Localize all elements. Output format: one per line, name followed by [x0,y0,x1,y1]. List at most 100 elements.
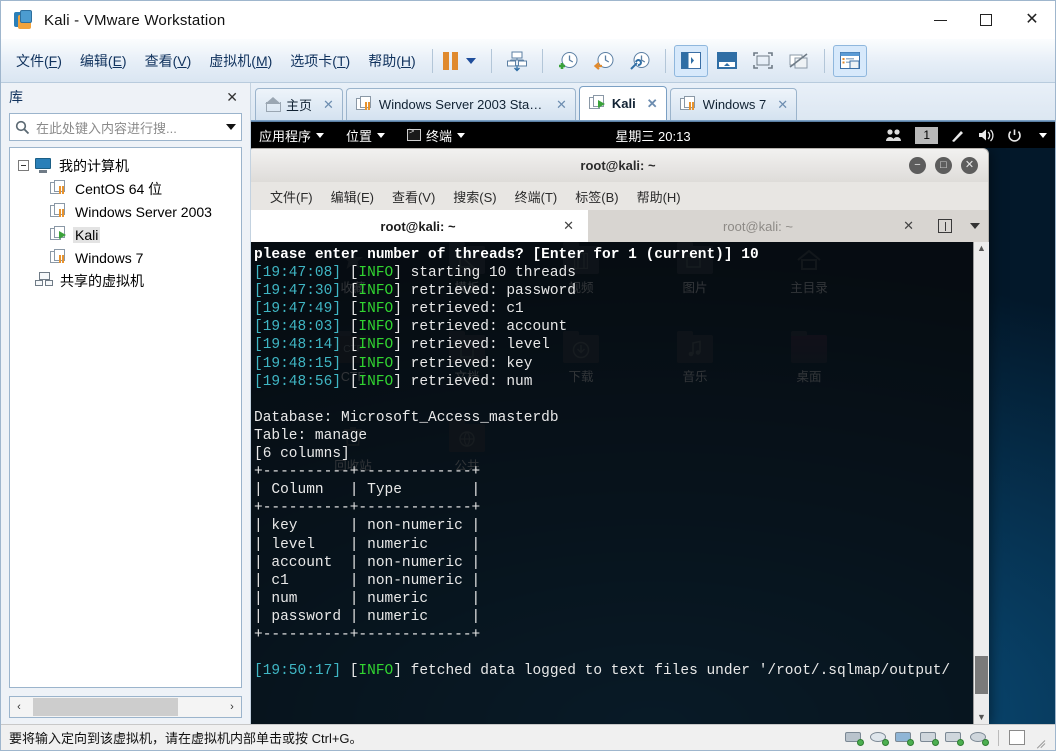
manage-snapshots-button[interactable] [500,45,534,77]
snapshot-add-icon [558,51,578,69]
terminal-minimize-button[interactable]: − [909,157,926,174]
search-input[interactable]: 在此处键入内容进行搜... [9,113,242,141]
library-close-icon[interactable]: ✕ [222,89,242,106]
tree-item-windows-server-2003[interactable]: Windows Server 2003 [10,200,241,223]
console-view-button[interactable] [832,44,867,77]
terminal-window[interactable]: root@kali: ~ − □ ✕ 文件(F) 编辑(E) 查看(V) 搜索(… [251,148,989,724]
library-horizontal-scrollbar[interactable]: ‹ › [9,696,242,718]
workspace-switcher[interactable]: 1 [915,126,938,144]
terminal-tab-close-icon[interactable]: ✕ [563,218,574,234]
tab-kali[interactable]: Kali ✕ [578,86,667,120]
toolbar-separator [490,48,492,73]
menu-tabs[interactable]: 选项卡(T) [281,47,359,75]
tree-item-label: 我的计算机 [59,157,129,174]
scroll-track[interactable] [28,697,223,717]
terminal-tab-list-button[interactable] [962,210,988,242]
hard-disk-icon[interactable] [845,730,864,746]
terminal-new-tab-button[interactable] [928,210,962,242]
printer-icon[interactable] [920,730,939,746]
resize-grip[interactable] [1032,731,1045,744]
full-screen-button[interactable] [746,45,780,77]
menu-view[interactable]: 查看(V) [136,47,201,75]
vm-icon-off [50,203,68,220]
terminal-body[interactable]: please enter number of threads? [Enter f… [251,242,989,724]
toolbar-separator [664,48,666,73]
message-log-icon[interactable] [1009,730,1025,745]
maximize-button[interactable] [963,1,1009,39]
panel-places-menu[interactable]: 位置 [346,126,386,145]
panel-applications-menu[interactable]: 应用程序 [259,126,325,145]
revert-snapshot-button[interactable] [587,45,621,77]
close-button[interactable]: ✕ [1009,1,1055,39]
terminal-menu-terminal[interactable]: 终端(T) [515,187,558,206]
menu-edit[interactable]: 编辑(E) [71,47,136,75]
scroll-right-icon[interactable]: › [223,701,241,713]
terminal-menu-edit[interactable]: 编辑(E) [331,187,374,206]
panel-terminal-launcher[interactable]: 终端 [407,126,466,145]
snapshot-settings-button[interactable] [623,45,657,77]
menu-file[interactable]: 文件(F) [7,47,71,75]
terminal-line: [19:47:30] [INFO] retrieved: password [254,283,576,300]
menu-vm[interactable]: 虚拟机(M) [200,47,281,75]
take-snapshot-button[interactable] [551,45,585,77]
tab-home[interactable]: 主页 ✕ [255,88,343,120]
scroll-thumb[interactable] [33,698,178,716]
vm-tree[interactable]: 我的计算机 CentOS 64 位 Windows Server 2003 Ka… [9,147,242,688]
search-caret-down-icon[interactable] [226,124,236,130]
caret-down-icon[interactable] [1039,132,1047,138]
scroll-thumb[interactable] [975,656,988,694]
title-bar: Kali - VMware Workstation ✕ [1,1,1055,39]
terminal-tab-close-icon[interactable]: ✕ [903,218,914,234]
terminal-menu-file[interactable]: 文件(F) [270,187,313,206]
terminal-menu-view[interactable]: 查看(V) [392,187,435,206]
unity-mode-button[interactable] [782,45,816,77]
terminal-scrollbar[interactable]: ▲ ▼ [973,242,989,724]
minimize-button[interactable] [917,1,963,39]
expander-icon[interactable] [18,160,29,171]
scroll-left-icon[interactable]: ‹ [10,701,28,713]
snapshot-config-icon [629,51,650,70]
cd-drive-icon[interactable] [870,730,889,746]
tree-item-label: CentOS 64 位 [75,180,163,197]
suspend-button[interactable] [442,51,458,70]
terminal-maximize-button[interactable]: □ [935,157,952,174]
terminal-output[interactable]: please enter number of threads? [Enter f… [251,242,973,724]
tab-close-icon[interactable]: ✕ [775,97,790,113]
caret-down-icon [970,223,980,229]
tree-item-windows-7[interactable]: Windows 7 [10,246,241,269]
tree-item-centos[interactable]: CentOS 64 位 [10,177,241,200]
tab-windows-7[interactable]: Windows 7 ✕ [669,88,798,120]
scroll-down-icon[interactable]: ▼ [977,711,986,723]
sound-card-icon[interactable] [945,730,964,746]
show-thumbnail-bar-button[interactable] [710,45,744,77]
tab-close-icon[interactable]: ✕ [645,96,660,112]
tab-windows-server-2003[interactable]: Windows Server 2003 Standard... ✕ [345,88,576,120]
terminal-menu-help[interactable]: 帮助(H) [637,187,681,206]
show-library-button[interactable] [673,44,708,77]
terminal-line: [19:50:17] [INFO] fetched data logged to… [254,663,951,680]
snapshot-revert-icon [593,51,614,70]
terminal-tab-1[interactable]: root@kali: ~ ✕ [251,210,588,242]
users-icon[interactable] [885,128,903,142]
pen-icon[interactable] [950,128,966,143]
power-dropdown-caret-down-icon[interactable] [465,57,476,64]
volume-icon[interactable] [978,128,995,143]
camera-icon[interactable] [970,730,989,746]
tab-close-icon[interactable]: ✕ [321,97,336,113]
vm-console-viewport[interactable]: 应用程序 位置 终端 星期三 20:13 [251,121,1055,724]
terminal-menu-tabs[interactable]: 标签(B) [575,187,618,206]
power-icon[interactable] [1007,128,1022,143]
tree-item-shared-vms[interactable]: 共享的虚拟机 [10,269,241,292]
scroll-up-icon[interactable]: ▲ [977,242,986,254]
terminal-line: +----------+-------------+ [254,500,481,517]
tab-close-icon[interactable]: ✕ [554,97,569,113]
terminal-tab-2[interactable]: root@kali: ~ ✕ [588,210,928,242]
close-icon: ✕ [1025,11,1039,28]
terminal-menu-search[interactable]: 搜索(S) [453,187,496,206]
tree-item-kali[interactable]: Kali [10,223,241,246]
network-adapter-icon[interactable] [895,730,914,746]
terminal-tab-label: root@kali: ~ [380,218,456,234]
terminal-close-button[interactable]: ✕ [961,157,978,174]
tree-item-my-computer[interactable]: 我的计算机 [10,154,241,177]
menu-help[interactable]: 帮助(H) [359,47,424,75]
